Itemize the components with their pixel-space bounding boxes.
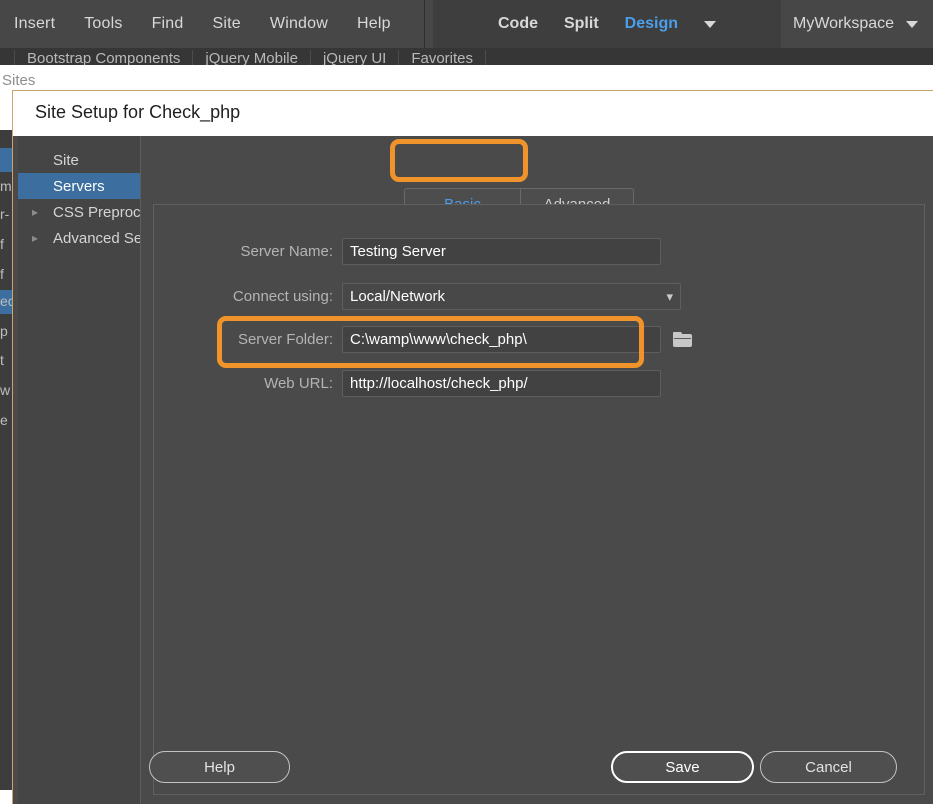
- application-menu-bar: Insert Tools Find Site Window Help Code …: [0, 0, 933, 48]
- bg-fragment: p: [0, 323, 8, 339]
- category-label: Servers: [53, 177, 105, 195]
- bg-fragment: m: [0, 178, 12, 194]
- dialog-title: Site Setup for Check_php: [35, 102, 241, 122]
- menu-item-insert[interactable]: Insert: [14, 15, 55, 33]
- view-mode-split[interactable]: Split: [564, 15, 599, 33]
- bg-fragment: r-: [0, 206, 10, 222]
- category-label: Site: [53, 151, 79, 169]
- bg-fragment: t: [0, 352, 4, 368]
- toolbar-divider: [424, 0, 425, 48]
- help-button-label: Help: [204, 758, 235, 776]
- folder-icon: [673, 331, 692, 347]
- insert-panel-tabs: Bootstrap Components jQuery Mobile jQuer…: [0, 48, 933, 65]
- workspace-label: MyWorkspace: [793, 15, 895, 32]
- insert-tab-bootstrap-components[interactable]: Bootstrap Components: [14, 50, 194, 65]
- bg-fragment: f: [0, 236, 4, 252]
- save-button-label: Save: [665, 758, 700, 776]
- dialog-category-list: Site Servers ▸ CSS Preprocessors ▸ Advan…: [18, 136, 141, 804]
- view-mode-switcher: Code Split Design: [433, 0, 781, 48]
- category-label: CSS Preprocessors: [53, 203, 140, 221]
- browse-folder-button[interactable]: [673, 331, 692, 347]
- cancel-button-label: Cancel: [805, 758, 852, 776]
- sites-label: Sites: [2, 72, 36, 89]
- menu-item-tools[interactable]: Tools: [84, 15, 122, 33]
- web-url-input[interactable]: http://localhost/check_php/: [342, 369, 661, 397]
- dialog-content-area: Basic Advanced Server Name: Testing Serv…: [141, 136, 933, 804]
- chevron-down-icon[interactable]: [906, 20, 919, 28]
- category-label: Advanced Settings: [53, 229, 140, 247]
- category-item-css-preprocessors[interactable]: ▸ CSS Preprocessors: [18, 199, 140, 225]
- workspace-switcher[interactable]: MyWorkspace: [783, 0, 919, 48]
- field-row-server-name: Server Name: Testing Server: [153, 237, 661, 265]
- field-row-connect-using: Connect using: Local/Network ▾: [153, 282, 681, 310]
- connect-using-value: Local/Network: [350, 287, 446, 305]
- view-mode-code[interactable]: Code: [498, 15, 538, 33]
- menu-item-window[interactable]: Window: [270, 15, 328, 33]
- web-url-label: Web URL:: [264, 374, 333, 392]
- insert-tab-favorites[interactable]: Favorites: [399, 50, 487, 65]
- chevron-right-icon[interactable]: ▸: [32, 205, 38, 219]
- field-row-web-url: Web URL: http://localhost/check_php/: [153, 369, 661, 397]
- connect-using-select[interactable]: Local/Network ▾: [342, 282, 681, 310]
- view-mode-design[interactable]: Design: [625, 15, 678, 33]
- field-row-server-folder: Server Folder: C:\wamp\www\check_php\: [153, 325, 692, 353]
- server-name-input[interactable]: Testing Server: [342, 237, 661, 265]
- menu-item-site[interactable]: Site: [213, 15, 241, 33]
- bg-fragment: w: [0, 382, 11, 398]
- server-folder-label: Server Folder:: [237, 330, 333, 348]
- bg-fragment: e: [0, 412, 8, 428]
- server-name-label: Server Name:: [240, 242, 333, 260]
- category-item-site[interactable]: Site: [18, 147, 140, 173]
- chevron-down-icon[interactable]: [704, 20, 716, 28]
- screen-root: Sites m r- f f ec p t w e gn o st th ab …: [0, 0, 933, 804]
- connect-using-label: Connect using:: [232, 287, 333, 305]
- dialog-body: Site Servers ▸ CSS Preprocessors ▸ Advan…: [13, 136, 933, 804]
- menu-item-help[interactable]: Help: [357, 15, 391, 33]
- menu-item-find[interactable]: Find: [152, 15, 184, 33]
- cancel-button[interactable]: Cancel: [760, 751, 897, 783]
- chevron-down-icon[interactable]: ▾: [666, 290, 673, 303]
- category-item-servers[interactable]: Servers: [18, 173, 140, 199]
- dialog-title-bar: Site Setup for Check_php: [13, 91, 933, 136]
- site-setup-dialog: Site Setup for Check_php Site Servers ▸ …: [12, 90, 933, 804]
- menu-items: Insert Tools Find Site Window Help: [0, 0, 391, 48]
- help-button[interactable]: Help: [149, 751, 290, 783]
- category-item-advanced-settings[interactable]: ▸ Advanced Settings: [18, 225, 140, 251]
- server-folder-input[interactable]: C:\wamp\www\check_php\: [342, 325, 661, 353]
- insert-tab-jquery-mobile[interactable]: jQuery Mobile: [193, 50, 311, 65]
- bg-fragment: f: [0, 266, 4, 282]
- dialog-button-bar: Help Save Cancel: [13, 751, 933, 791]
- insert-tab-jquery-ui[interactable]: jQuery UI: [311, 50, 400, 65]
- chevron-right-icon[interactable]: ▸: [32, 231, 38, 245]
- save-button[interactable]: Save: [611, 751, 754, 783]
